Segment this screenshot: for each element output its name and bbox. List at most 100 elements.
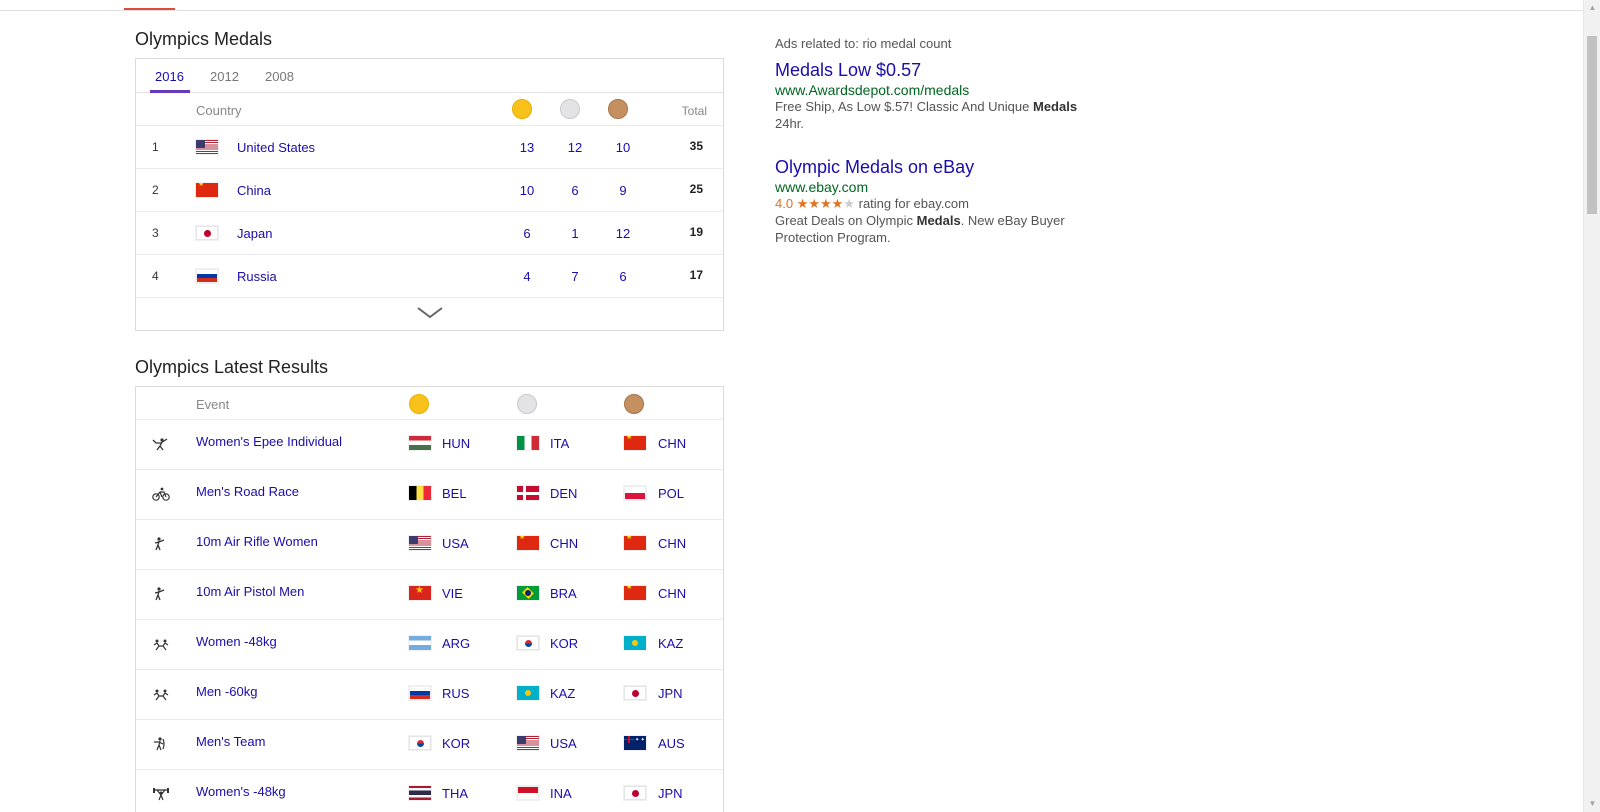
pl-flag-icon xyxy=(624,486,646,500)
gold-country-code[interactable]: HUN xyxy=(442,436,470,451)
silver-count[interactable]: 7 xyxy=(560,269,590,284)
results-title: Olympics Latest Results xyxy=(135,357,329,377)
dk-flag-icon xyxy=(517,486,539,500)
gold-country-code[interactable]: RUS xyxy=(442,686,469,701)
country-name[interactable]: Russia xyxy=(237,269,277,284)
id-flag-icon xyxy=(517,786,539,800)
bronze-country-code[interactable]: JPN xyxy=(658,686,683,701)
bronze-country-code[interactable]: CHN xyxy=(658,436,686,451)
bronze-country-code[interactable]: KAZ xyxy=(658,636,683,651)
silver-country-code[interactable]: KOR xyxy=(550,636,578,651)
result-row[interactable]: Women's Epee Individual HUN ITA CHN xyxy=(136,420,723,470)
gold-count[interactable]: 13 xyxy=(512,140,542,155)
country-name[interactable]: Japan xyxy=(237,226,272,241)
bronze-country-code[interactable]: POL xyxy=(658,486,684,501)
country-column-header: Country xyxy=(196,103,242,118)
bronze-count[interactable]: 12 xyxy=(608,226,638,241)
ad-url-link[interactable]: www.ebay.com xyxy=(775,179,1105,195)
event-name[interactable]: Women -48kg xyxy=(196,634,277,649)
gold-medal-icon xyxy=(512,99,532,119)
total-count: 35 xyxy=(689,139,703,153)
event-name[interactable]: Men's Team xyxy=(196,734,265,749)
silver-country-code[interactable]: CHN xyxy=(550,536,578,551)
total-count: 19 xyxy=(689,225,703,239)
silver-count[interactable]: 12 xyxy=(560,140,590,155)
silver-country-code[interactable]: ITA xyxy=(550,436,569,451)
au-flag-icon xyxy=(624,736,646,750)
results-card: Event Women's Epee Individual HUN ITA CH… xyxy=(135,386,724,812)
chevron-down-icon[interactable] xyxy=(417,306,443,320)
empty-star-icon: ★ xyxy=(843,196,855,211)
ad-item: Olympic Medals on eBay www.ebay.com 4.0 … xyxy=(775,157,1105,246)
result-row[interactable]: Women's -48kg THA INA JPN xyxy=(136,770,723,812)
event-name[interactable]: Men's Road Race xyxy=(196,484,299,499)
bronze-country-code[interactable]: CHN xyxy=(658,586,686,601)
gold-count[interactable]: 4 xyxy=(512,269,542,284)
ads-panel: Ads related to: rio medal count Medals L… xyxy=(775,36,1105,246)
bronze-count[interactable]: 6 xyxy=(608,269,638,284)
scroll-up-icon[interactable]: ▲ xyxy=(1584,2,1600,14)
event-name[interactable]: 10m Air Pistol Men xyxy=(196,584,304,599)
gold-country-code[interactable]: USA xyxy=(442,536,469,551)
medal-row[interactable]: 3 Japan 6 1 12 19 xyxy=(136,212,723,255)
cn-flag-icon xyxy=(196,183,218,197)
result-row[interactable]: Women -48kg ARG KOR KAZ xyxy=(136,620,723,670)
fencing-icon xyxy=(152,438,168,451)
result-row[interactable]: Men's Team KOR USA AUS xyxy=(136,720,723,770)
bronze-count[interactable]: 9 xyxy=(608,183,638,198)
result-row[interactable]: 10m Air Rifle Women USA CHN CHN xyxy=(136,520,723,570)
medal-row[interactable]: 2 China 10 6 9 25 xyxy=(136,169,723,212)
country-name[interactable]: United States xyxy=(237,140,315,155)
bronze-country-code[interactable]: AUS xyxy=(658,736,685,751)
be-flag-icon xyxy=(409,486,431,500)
ad-description: Free Ship, As Low $.57! Classic And Uniq… xyxy=(775,98,1105,132)
cycling-icon xyxy=(152,487,170,501)
rank: 1 xyxy=(152,140,159,154)
medal-row[interactable]: 1 United States 13 12 10 35 xyxy=(136,126,723,169)
result-row[interactable]: Men -60kg RUS KAZ JPN xyxy=(136,670,723,720)
gold-count[interactable]: 6 xyxy=(512,226,542,241)
result-row[interactable]: Men's Road Race BEL DEN POL xyxy=(136,470,723,520)
event-name[interactable]: Women's Epee Individual xyxy=(196,434,342,449)
jp-flag-icon xyxy=(624,786,646,800)
silver-medal-icon xyxy=(560,99,580,119)
tab-2008[interactable]: 2008 xyxy=(265,69,294,84)
tab-2016[interactable]: 2016 xyxy=(155,69,184,84)
bronze-country-code[interactable]: CHN xyxy=(658,536,686,551)
gold-country-code[interactable]: ARG xyxy=(442,636,470,651)
ad-title-link[interactable]: Medals Low $0.57 xyxy=(775,60,1105,81)
silver-country-code[interactable]: BRA xyxy=(550,586,577,601)
gold-country-code[interactable]: THA xyxy=(442,786,468,801)
us-flag-icon xyxy=(196,140,218,154)
ad-title-link[interactable]: Olympic Medals on eBay xyxy=(775,157,1105,178)
page-scrollbar[interactable]: ▲ ▼ xyxy=(1583,0,1600,812)
event-name[interactable]: 10m Air Rifle Women xyxy=(196,534,318,549)
country-name[interactable]: China xyxy=(237,183,271,198)
result-row[interactable]: 10m Air Pistol Men VIE BRA CHN xyxy=(136,570,723,620)
vn-flag-icon xyxy=(409,586,431,600)
silver-country-code[interactable]: KAZ xyxy=(550,686,575,701)
event-name[interactable]: Women's -48kg xyxy=(196,784,286,799)
expand-button[interactable] xyxy=(136,298,723,330)
silver-count[interactable]: 6 xyxy=(560,183,590,198)
event-name[interactable]: Men -60kg xyxy=(196,684,257,699)
gold-country-code[interactable]: KOR xyxy=(442,736,470,751)
gold-country-code[interactable]: VIE xyxy=(442,586,463,601)
bronze-country-code[interactable]: JPN xyxy=(658,786,683,801)
total-column-header: Total xyxy=(681,104,707,118)
it-flag-icon xyxy=(517,436,539,450)
silver-country-code[interactable]: DEN xyxy=(550,486,577,501)
medal-row[interactable]: 4 Russia 4 7 6 17 xyxy=(136,255,723,298)
results-header-row: Event xyxy=(136,387,723,420)
scrollbar-thumb[interactable] xyxy=(1587,36,1597,214)
bronze-count[interactable]: 10 xyxy=(608,140,638,155)
shooting-icon xyxy=(154,537,165,551)
silver-count[interactable]: 1 xyxy=(560,226,590,241)
silver-country-code[interactable]: INA xyxy=(550,786,572,801)
silver-country-code[interactable]: USA xyxy=(550,736,577,751)
gold-country-code[interactable]: BEL xyxy=(442,486,467,501)
gold-count[interactable]: 10 xyxy=(512,183,542,198)
ad-url-link[interactable]: www.Awardsdepot.com/medals xyxy=(775,82,1105,98)
scroll-down-icon[interactable]: ▼ xyxy=(1584,798,1600,810)
tab-2012[interactable]: 2012 xyxy=(210,69,239,84)
